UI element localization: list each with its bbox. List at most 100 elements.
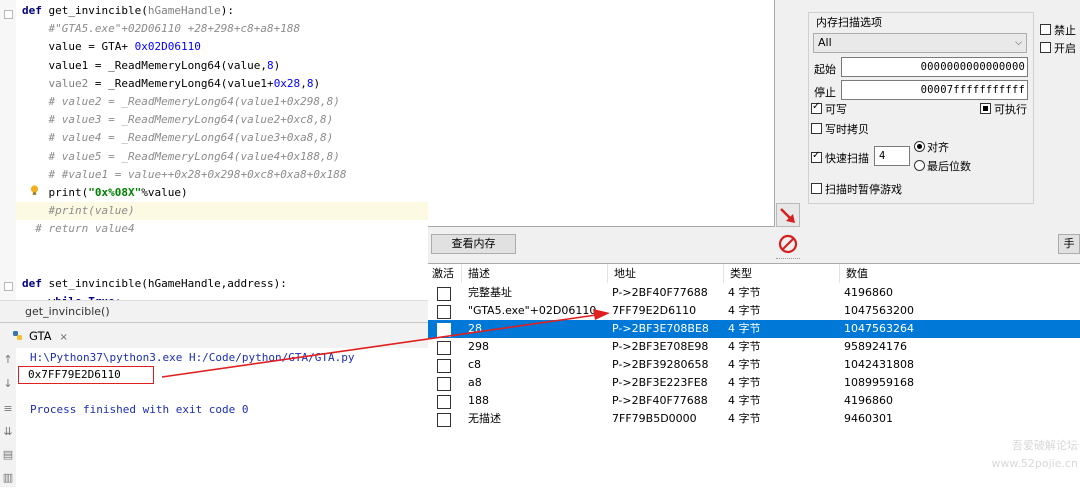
- activate-checkbox[interactable]: [437, 395, 451, 409]
- memory-region-select[interactable]: All ⌵: [813, 33, 1027, 53]
- memory-region-value: All: [818, 36, 832, 49]
- soft-wrap-icon[interactable]: ≡: [2, 403, 14, 415]
- code-token: # #value1 = value++0x28+0x298+0xc8+0xa8+…: [48, 167, 347, 181]
- code-token: # value2 = _ReadMemeryLong64(value1+0x29…: [48, 95, 340, 108]
- activate-checkbox[interactable]: [437, 287, 451, 301]
- code-token: value2: [48, 76, 89, 90]
- column-header[interactable]: 地址: [608, 264, 724, 283]
- cell-addr: P->2BF3E708BE8: [612, 322, 709, 335]
- open-checkbox[interactable]: [1040, 42, 1051, 53]
- activate-checkbox[interactable]: [437, 341, 451, 355]
- cell-type: 4 字节: [728, 286, 761, 299]
- run-console[interactable]: H:\Python37\python3.exe H:/Code/python/G…: [16, 348, 428, 487]
- code-line[interactable]: # value2 = _ReadMemeryLong64(value1+0x29…: [22, 93, 340, 111]
- cell-type: 4 字节: [728, 394, 761, 407]
- column-header[interactable]: 描述: [462, 264, 608, 283]
- code-token: ,: [300, 76, 307, 90]
- table-row[interactable]: 28 P->2BF3E708BE8 4 字节 1047563264: [428, 320, 1080, 338]
- chevron-down-icon: ⌵: [1015, 38, 1022, 48]
- code-editor[interactable]: def get_invincible(hGameHandle): #"GTA5.…: [0, 0, 428, 300]
- code-line[interactable]: def get_invincible(hGameHandle):: [22, 2, 234, 20]
- code-token: 8: [267, 58, 274, 72]
- scan-results-list[interactable]: [428, 0, 775, 227]
- code-line[interactable]: # value4 = _ReadMemeryLong64(value3+0xa8…: [22, 129, 334, 147]
- start-address-input[interactable]: 0000000000000000: [841, 57, 1028, 77]
- fast-scan-input[interactable]: 4: [874, 146, 910, 166]
- cell-type: 4 字节: [728, 322, 761, 335]
- activate-checkbox[interactable]: [437, 305, 451, 319]
- table-row[interactable]: 188 P->2BF40F77688 4 字节 4196860: [428, 392, 1080, 410]
- code-token: value1 = _ReadMemeryLong64(value,: [22, 58, 268, 72]
- code-line[interactable]: while True:: [22, 293, 122, 300]
- activate-checkbox[interactable]: [437, 323, 451, 337]
- copy-on-write-checkbox[interactable]: [811, 123, 822, 134]
- code-line[interactable]: print("0x%08X"%value): [22, 184, 187, 202]
- trash-icon[interactable]: ▥: [2, 472, 14, 484]
- python-icon: [13, 331, 22, 340]
- executable-checkbox[interactable]: [980, 103, 991, 114]
- code-token: hGameHandle: [147, 4, 221, 17]
- code-line[interactable]: value2 = _ReadMemeryLong64(value1+0x28,8…: [22, 75, 321, 93]
- table-row[interactable]: 无描述 7FF79B5D0000 4 字节 9460301: [428, 410, 1080, 428]
- code-token: # value3 = _ReadMemeryLong64(value2+0xc8…: [48, 113, 334, 127]
- column-header[interactable]: 类型: [724, 264, 840, 283]
- code-token: ): [273, 58, 281, 72]
- fast-scan-checkbox[interactable]: [811, 150, 822, 163]
- manual-add-button[interactable]: 手: [1058, 234, 1080, 254]
- activate-checkbox[interactable]: [437, 377, 451, 391]
- column-header[interactable]: 激活: [428, 264, 462, 283]
- table-row[interactable]: 完整基址 P->2BF40F77688 4 字节 4196860: [428, 284, 1080, 302]
- code-line[interactable]: value1 = _ReadMemeryLong64(value,8): [22, 57, 280, 75]
- arrow-down-icon[interactable]: ↓: [2, 378, 14, 390]
- tab-run-gta[interactable]: GTA ×: [10, 327, 74, 345]
- table-row[interactable]: a8 P->2BF3E223FE8 4 字节 1089959168: [428, 374, 1080, 392]
- cell-desc: c8: [468, 358, 482, 371]
- code-line[interactable]: value = GTA+ 0x02D06110: [22, 38, 200, 56]
- code-line[interactable]: #print(value): [16, 202, 428, 221]
- code-line[interactable]: # return value4: [22, 220, 134, 238]
- code-line[interactable]: def set_invincible(hGameHandle,address):: [22, 275, 287, 293]
- code-token: #"GTA5.exe"+02D06110 +28+298+c8+a8+188: [48, 22, 301, 36]
- cell-type: 4 字节: [728, 376, 761, 389]
- add-to-list-button[interactable]: [776, 203, 800, 227]
- cell-type: 4 字节: [728, 412, 761, 425]
- stop-address-input[interactable]: 00007fffffffffff: [841, 80, 1028, 100]
- code-token: = _ReadMemeryLong64(value1+: [88, 76, 274, 90]
- writable-checkbox[interactable]: [811, 101, 822, 114]
- cell-addr: P->2BF39280658: [612, 358, 709, 371]
- scroll-to-end-icon[interactable]: ⇊: [2, 426, 14, 438]
- code-line[interactable]: # value3 = _ReadMemeryLong64(value2+0xc8…: [22, 111, 334, 129]
- activate-checkbox[interactable]: [437, 413, 451, 427]
- executable-label: 可执行: [994, 103, 1027, 116]
- lightbulb-icon[interactable]: [30, 185, 39, 196]
- pause-game-checkbox[interactable]: [811, 183, 822, 194]
- disable-checkbox[interactable]: [1040, 24, 1051, 35]
- view-memory-button[interactable]: 查看内存: [431, 234, 516, 254]
- table-row[interactable]: "GTA5.exe"+02D06110 7FF79E2D6110 4 字节 10475…: [428, 302, 1080, 320]
- arrow-up-icon[interactable]: ↑: [2, 354, 14, 366]
- table-row[interactable]: c8 P->2BF39280658 4 字节 1042431808: [428, 356, 1080, 374]
- code-line[interactable]: # #value1 = value++0x28+0x298+0xc8+0xa8+…: [22, 166, 347, 184]
- cell-desc: "GTA5.exe"+02D06110: [468, 304, 597, 317]
- last-digits-radio[interactable]: [914, 160, 925, 171]
- cell-value: 4196860: [844, 394, 893, 407]
- editor-gutter: [0, 0, 16, 300]
- code-token: (: [141, 4, 148, 17]
- fold-marker[interactable]: [4, 10, 13, 19]
- breadcrumb[interactable]: get_invincible(): [0, 300, 428, 322]
- code-line[interactable]: #"GTA5.exe"+02D06110 +28+298+c8+a8+188: [22, 20, 301, 38]
- print-icon[interactable]: ▤: [2, 449, 14, 461]
- clear-list-button[interactable]: [776, 232, 800, 256]
- table-row[interactable]: 298 P->2BF3E708E98 4 字节 958924176: [428, 338, 1080, 356]
- code-token: def: [22, 277, 49, 290]
- close-icon[interactable]: ×: [60, 332, 68, 343]
- fold-marker[interactable]: [4, 282, 13, 291]
- activate-checkbox[interactable]: [437, 359, 451, 373]
- column-header[interactable]: 数值: [840, 264, 1080, 283]
- copy-on-write-label: 写时拷贝: [825, 123, 869, 136]
- code-line[interactable]: # value5 = _ReadMemeryLong64(value4+0x18…: [22, 148, 340, 166]
- align-radio[interactable]: [914, 141, 925, 152]
- cell-value: 958924176: [844, 340, 907, 353]
